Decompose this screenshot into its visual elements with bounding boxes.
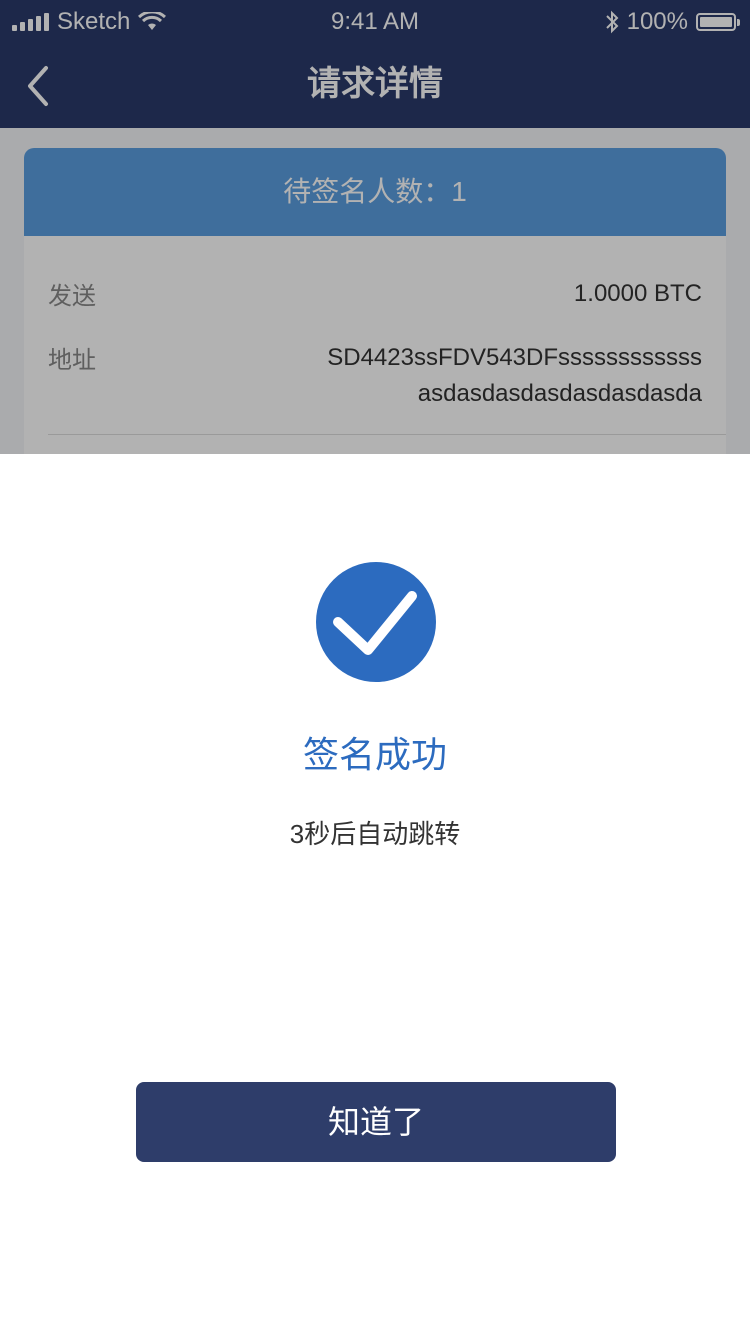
success-sheet: 签名成功 3秒后自动跳转 知道了 bbox=[0, 454, 750, 1334]
screen: Sketch 9:41 AM 100% 请求详情 待签名人数：1 发送 1.00… bbox=[0, 0, 750, 1334]
redirect-notice: 3秒后自动跳转 bbox=[289, 819, 461, 849]
got-it-button[interactable]: 知道了 bbox=[136, 1082, 616, 1162]
check-circle-icon bbox=[316, 562, 436, 682]
success-title: 签名成功 bbox=[302, 734, 447, 775]
